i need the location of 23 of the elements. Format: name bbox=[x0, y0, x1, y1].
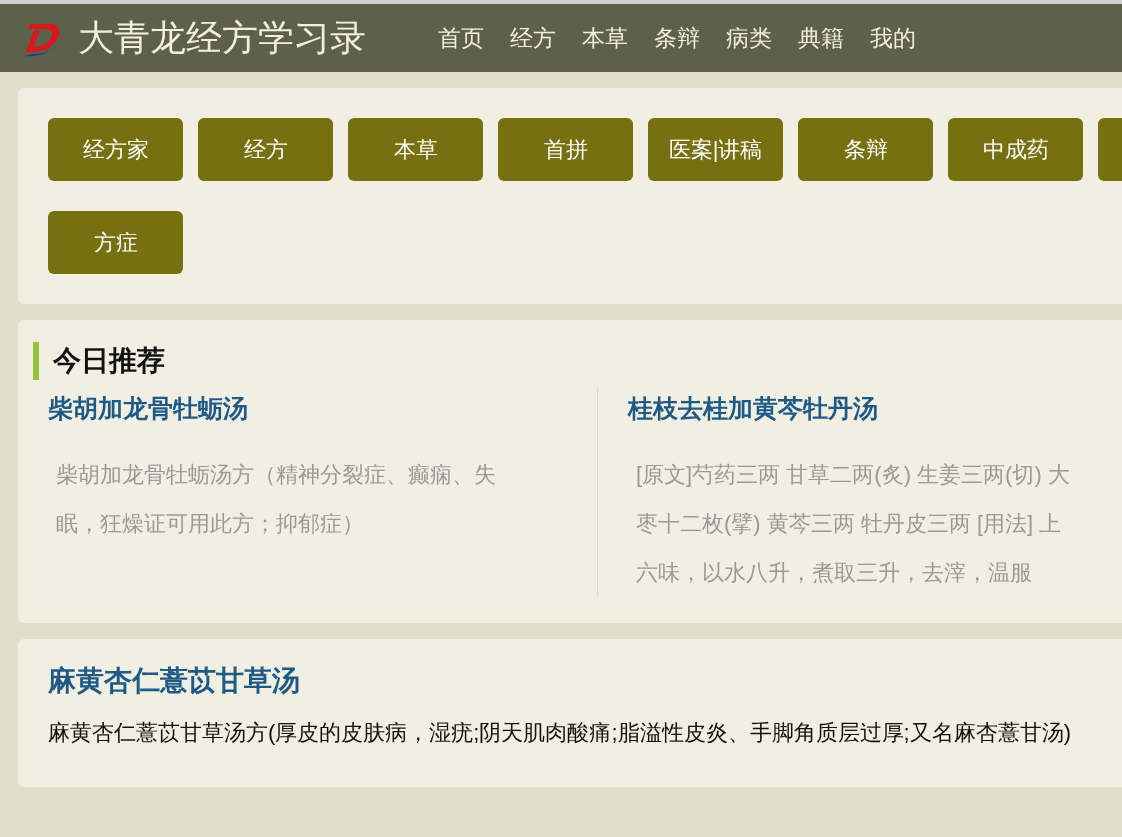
article-summary: 麻黄杏仁薏苡甘草汤方(厚皮的皮肤病，湿疣;阴天肌肉酸痛;脂溢性皮炎、手脚角质层过厚;又名麻杏薏甘汤) bbox=[48, 719, 1072, 747]
category-button[interactable]: 本草 bbox=[348, 118, 483, 181]
category-button[interactable]: 医案|讲稿 bbox=[648, 118, 783, 181]
nav-link[interactable]: 典籍 bbox=[798, 20, 844, 56]
nav-link[interactable]: 本草 bbox=[582, 20, 628, 56]
article-title-link[interactable]: 麻黄杏仁薏苡甘草汤 bbox=[48, 661, 1122, 701]
category-button[interactable]: 首拼 bbox=[498, 118, 633, 181]
nav-link[interactable]: 经方 bbox=[510, 20, 556, 56]
recipe-summary: 柴胡加龙骨牡蛎汤方（精神分裂症、癫痫、失眠，狂燥证可用此方；抑郁症） bbox=[55, 461, 497, 538]
section-heading: 今日推荐 bbox=[33, 342, 1122, 380]
recipe-title-link[interactable]: 桂枝去桂加黄芩牡丹汤 bbox=[628, 388, 1122, 428]
recipe-summary: [原文]芍药三两 甘草二两(炙) 生姜三两(切) 大枣十二枚(擘) 黄芩三两 牡丹皮三两 [用法] 上六味，以水八升，煮取三升，去滓，温服 bbox=[635, 461, 1071, 587]
nav-link[interactable]: 首页 bbox=[438, 20, 484, 56]
site-title[interactable]: 大青龙经方学习录 bbox=[78, 20, 366, 56]
category-button[interactable]: 方症 bbox=[48, 211, 183, 274]
category-button[interactable]: 中成药 bbox=[948, 118, 1083, 181]
nav-link[interactable]: 我的 bbox=[870, 20, 916, 56]
recipe-title-link[interactable]: 柴胡加龙骨牡蛎汤 bbox=[48, 388, 577, 428]
category-button[interactable]: 经方家 bbox=[48, 118, 183, 181]
nav-link[interactable]: 条辩 bbox=[654, 20, 700, 56]
category-button[interactable]: 条辩 bbox=[798, 118, 933, 181]
category-button[interactable]: 经方 bbox=[198, 118, 333, 181]
nav-link[interactable]: 病类 bbox=[726, 20, 772, 56]
